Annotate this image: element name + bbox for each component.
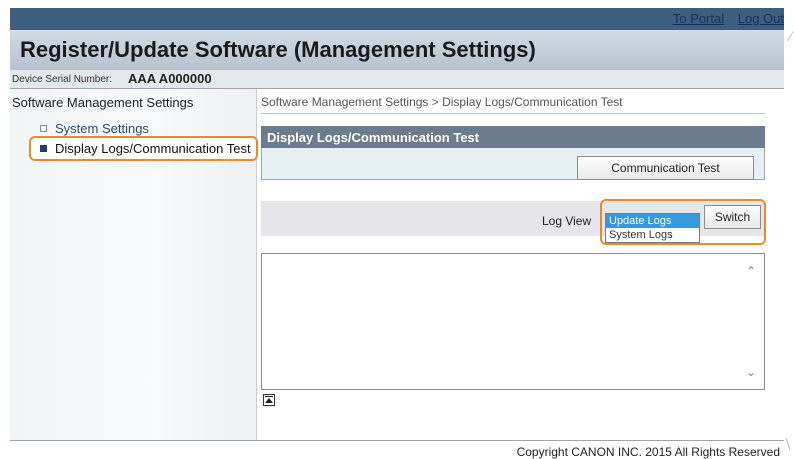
- serial-label: Device Serial Number:: [12, 74, 113, 85]
- scroll-to-top-icon[interactable]: [263, 394, 275, 406]
- breadcrumb: Software Management Settings > Display L…: [261, 95, 765, 114]
- window-edge-icon: ⁄: [789, 28, 792, 44]
- window-edge-icon: ∖: [783, 436, 792, 452]
- communication-test-button[interactable]: Communication Test: [577, 156, 754, 180]
- option-update-logs[interactable]: Update Logs: [606, 214, 699, 228]
- footer-divider: [10, 440, 784, 441]
- serial-bar: Device Serial Number: AAA A000000: [10, 70, 784, 89]
- scroll-down-icon[interactable]: ⌄: [744, 365, 758, 379]
- sidebar-item-display-logs[interactable]: Display Logs/Communication Test: [29, 136, 258, 161]
- sidebar-item-system-settings[interactable]: System Settings: [40, 121, 149, 136]
- title-bar: Register/Update Software (Management Set…: [10, 30, 784, 70]
- to-portal-link[interactable]: To Portal: [673, 11, 724, 26]
- scroll-up-icon[interactable]: ⌃: [744, 264, 758, 278]
- log-text-area[interactable]: ⌃ ⌄: [261, 253, 765, 390]
- serial-value: AAA A000000: [128, 71, 212, 86]
- sidebar-item-label: Display Logs/Communication Test: [55, 141, 251, 156]
- panel-header: Display Logs/Communication Test: [261, 126, 765, 148]
- panel-title: Display Logs/Communication Test: [267, 130, 480, 145]
- page-title: Register/Update Software (Management Set…: [20, 37, 536, 62]
- sidebar-item-label: System Settings: [55, 121, 149, 136]
- switch-button[interactable]: Switch: [704, 205, 761, 229]
- log-view-label: Log View: [542, 214, 592, 228]
- log-type-listbox[interactable]: Update Logs System Logs: [605, 213, 700, 243]
- bullet-icon: [40, 145, 47, 152]
- option-system-logs[interactable]: System Logs: [606, 228, 699, 242]
- sidebar-title: Software Management Settings: [12, 95, 194, 110]
- log-out-link[interactable]: Log Out: [738, 11, 784, 26]
- top-bar: To Portal Log Out: [10, 8, 784, 30]
- footer-copyright: Copyright CANON INC. 2015 All Rights Res…: [516, 445, 780, 459]
- bullet-icon: [40, 125, 47, 132]
- top-links: To Portal Log Out: [663, 11, 784, 26]
